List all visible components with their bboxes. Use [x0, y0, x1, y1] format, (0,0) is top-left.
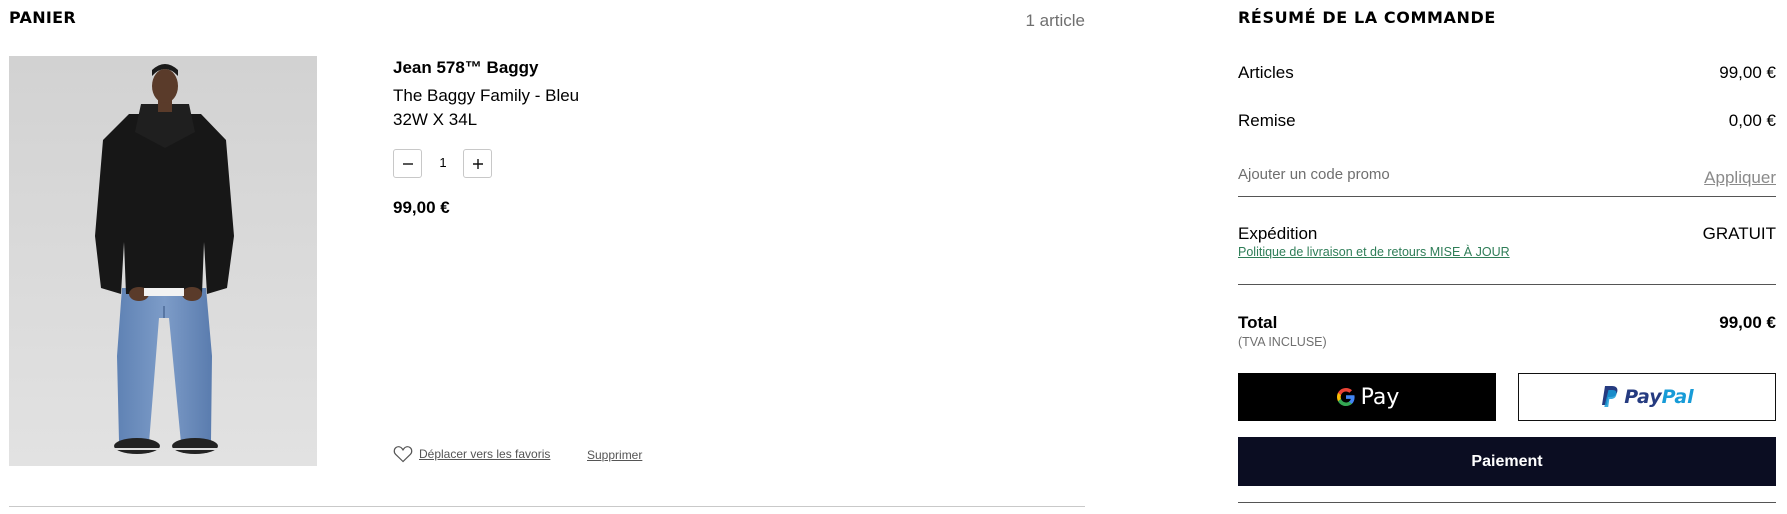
promo-underline	[1238, 196, 1776, 197]
apply-promo-link[interactable]: Appliquer	[1704, 168, 1776, 188]
google-pay-label: Pay	[1360, 384, 1400, 410]
discount-label: Remise	[1238, 111, 1296, 130]
articles-value: 99,00 €	[1719, 63, 1776, 82]
vat-note: (TVA INCLUSE)	[1238, 335, 1327, 349]
shipping-policy-link[interactable]: Politique de livraison et de retours MIS…	[1238, 245, 1510, 259]
shipping-label: Expédition	[1238, 224, 1318, 243]
move-to-favorites-label: Déplacer vers les favoris	[419, 447, 551, 461]
paypal-label-pal: Pal	[1661, 386, 1694, 408]
cart-divider	[9, 506, 1085, 507]
remove-item-link[interactable]: Supprimer	[587, 448, 642, 462]
quantity-value: 1	[439, 155, 447, 170]
move-to-favorites-link[interactable]: Déplacer vers les favoris	[393, 445, 550, 463]
google-pay-button[interactable]: Pay	[1238, 373, 1496, 421]
total-value: 99,00 €	[1719, 313, 1776, 332]
paypal-button[interactable]: PayPal	[1518, 373, 1776, 421]
google-g-icon	[1336, 388, 1355, 406]
discount-value: 0,00 €	[1728, 111, 1776, 130]
total-label: Total	[1238, 313, 1278, 332]
paypal-label-pay: Pay	[1624, 386, 1662, 408]
product-price: 99,00 €	[393, 198, 450, 217]
summary-title: RÉSUMÉ DE LA COMMANDE	[1238, 8, 1496, 27]
product-image[interactable]	[9, 56, 317, 466]
shipping-divider	[1238, 284, 1776, 285]
heart-icon	[393, 446, 413, 463]
checkout-button[interactable]: Paiement	[1238, 437, 1776, 486]
minus-icon	[402, 162, 413, 165]
paypal-label: PayPal	[1624, 386, 1693, 408]
quantity-decrease-button[interactable]	[393, 149, 422, 178]
quantity-increase-button[interactable]	[463, 149, 492, 178]
cart-title: PANIER	[9, 8, 77, 27]
product-size: 32W X 34L	[393, 110, 478, 129]
product-name[interactable]: Jean 578™ Baggy	[393, 58, 539, 78]
promo-code-input[interactable]	[1238, 166, 1578, 183]
product-variant: The Baggy Family - Bleu	[393, 86, 580, 105]
articles-label: Articles	[1238, 63, 1294, 82]
paypal-p-icon	[1602, 386, 1618, 407]
item-count: 1 article	[1025, 11, 1085, 30]
summary-bottom-divider	[1238, 502, 1776, 503]
shipping-value: GRATUIT	[1702, 224, 1776, 243]
plus-icon	[472, 158, 483, 169]
